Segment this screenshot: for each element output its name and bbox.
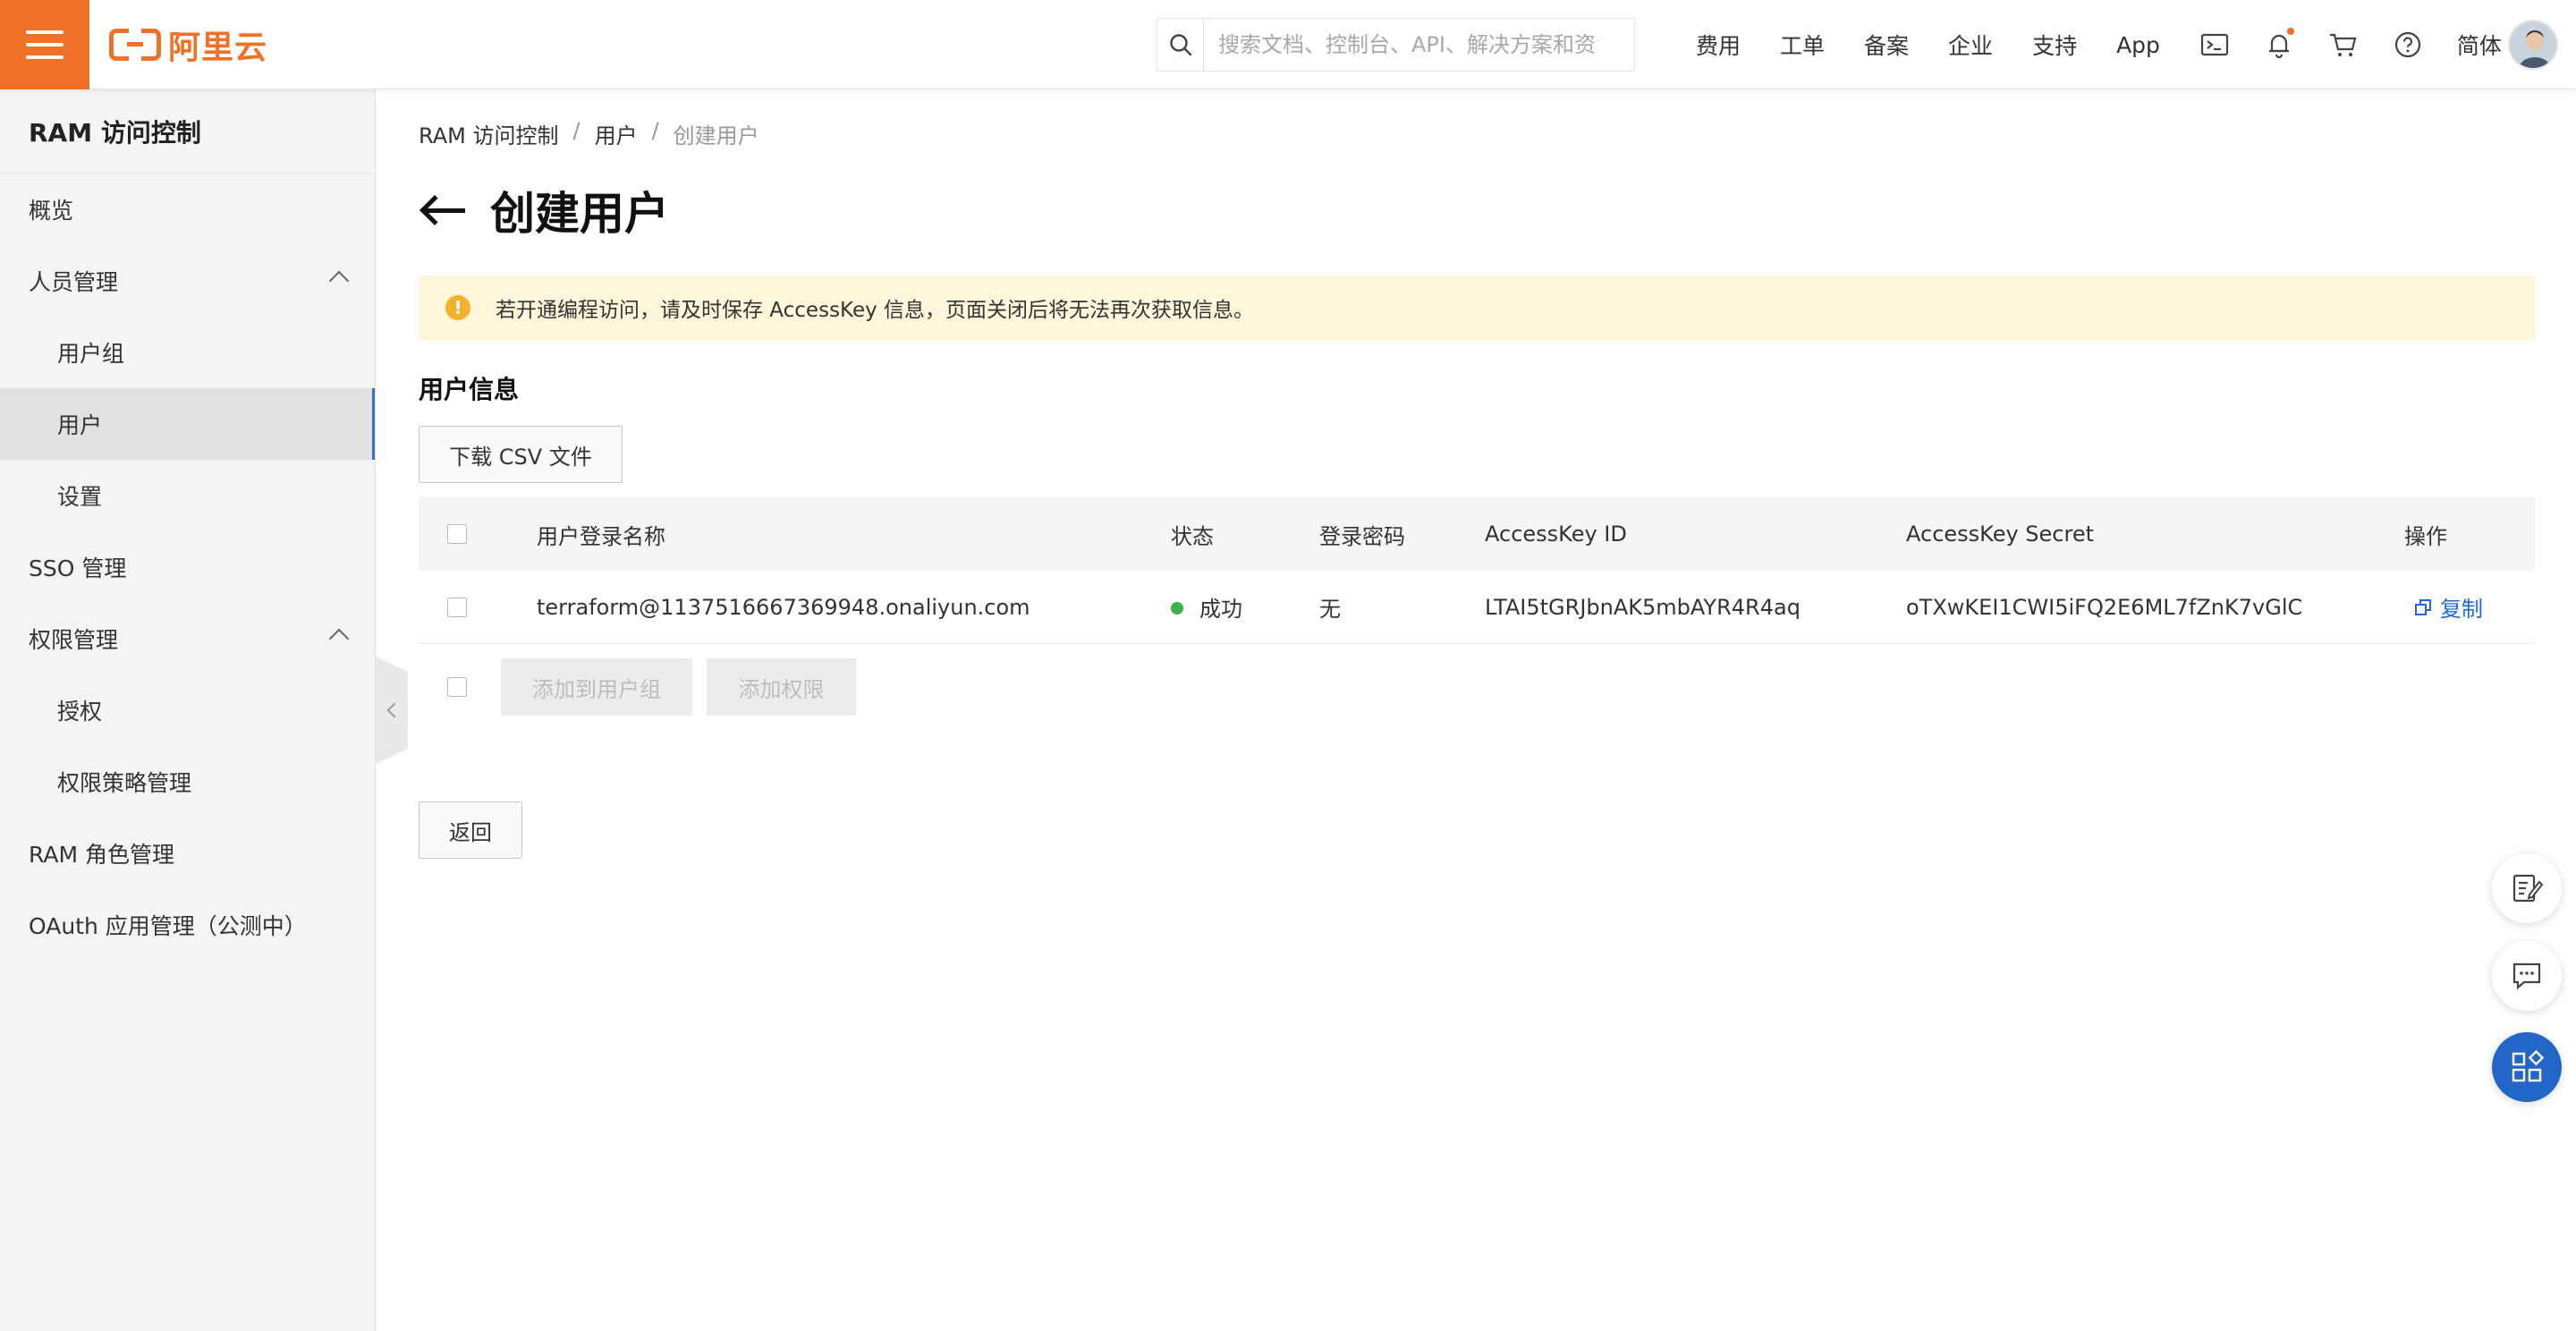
add-to-group-button[interactable]: 添加到用户组 (501, 658, 692, 716)
search-icon[interactable] (1157, 19, 1204, 71)
nav-support[interactable]: 支持 (2032, 29, 2077, 61)
edit-note-icon (2512, 874, 2544, 903)
top-nav: 费用 工单 备案 企业 支持 App 简体 (1696, 0, 2541, 89)
sidebar-item-permissions[interactable]: 权限管理 (0, 603, 375, 674)
sidebar-item-label: 授权 (57, 699, 103, 725)
aliyun-logo-mark (109, 29, 161, 61)
select-all-checkbox[interactable] (447, 524, 467, 544)
bulk-actions: 添加到用户组 添加权限 (419, 644, 2535, 730)
notification-dot (2286, 28, 2294, 35)
sidebar-item-label: SSO 管理 (29, 555, 127, 581)
apps-button[interactable] (2492, 1032, 2562, 1102)
sidebar-item-oauth-apps[interactable]: OAuth 应用管理（公测中） (0, 889, 375, 961)
sidebar-item-grants[interactable]: 授权 (0, 674, 375, 746)
sidebar-item-ram-roles[interactable]: RAM 角色管理 (0, 818, 375, 889)
sidebar-item-label: 概览 (29, 198, 74, 224)
table-header: 用户登录名称 状态 登录密码 AccessKey ID AccessKey Se… (419, 497, 2535, 571)
section-title: 用户信息 (419, 375, 520, 404)
sidebar-item-label: 人员管理 (29, 269, 119, 295)
header-actions: 操作 (2404, 523, 2447, 549)
add-permission-button[interactable]: 添加权限 (707, 658, 856, 716)
row-checkbox[interactable] (447, 597, 467, 617)
nav-enterprise[interactable]: 企业 (1948, 29, 1993, 61)
cell-password: 无 (1319, 597, 1341, 622)
sidebar-item-policies[interactable]: 权限策略管理 (0, 746, 375, 818)
global-search[interactable] (1157, 18, 1635, 72)
language-switch[interactable]: 简体 (2457, 29, 2502, 61)
sidebar-item-user-groups[interactable]: 用户组 (0, 317, 375, 388)
user-table: 用户登录名称 状态 登录密码 AccessKey ID AccessKey Se… (419, 497, 2535, 730)
breadcrumb: RAM 访问控制 / 用户 / 创建用户 (419, 118, 759, 149)
sidebar-item-label: 用户组 (57, 341, 125, 367)
warning-alert: ! 若开通编程访问，请及时保存 AccessKey 信息，页面关闭后将无法再次获… (419, 276, 2535, 340)
user-avatar[interactable] (2508, 20, 2558, 70)
terminal-icon[interactable] (2199, 30, 2230, 60)
header-accesskey-id: AccessKey ID (1485, 521, 1627, 547)
breadcrumb-separator: / (651, 118, 659, 143)
apps-grid-icon (2512, 1049, 2545, 1082)
header-login-name: 用户登录名称 (537, 523, 665, 549)
sidebar-collapse-handle[interactable] (376, 657, 408, 764)
sidebar-item-overview[interactable]: 概览 (0, 174, 375, 245)
breadcrumb-users[interactable]: 用户 (595, 118, 638, 149)
header-status: 状态 (1171, 523, 1214, 549)
cell-status: 成功 (1171, 591, 1242, 623)
chat-button[interactable] (2492, 941, 2562, 1011)
sidebar-item-settings[interactable]: 设置 (0, 460, 375, 531)
logo-text: 阿里云 (168, 30, 268, 66)
breadcrumb-ram[interactable]: RAM 访问控制 (419, 118, 558, 149)
nav-tickets[interactable]: 工单 (1780, 29, 1825, 61)
bulk-select-checkbox[interactable] (447, 677, 467, 697)
menu-icon (26, 30, 64, 59)
breadcrumb-separator: / (572, 118, 580, 143)
top-bar: 阿里云 费用 工单 备案 企业 支持 App 简体 (0, 0, 2576, 89)
nav-billing[interactable]: 费用 (1696, 29, 1741, 61)
help-icon[interactable] (2393, 30, 2423, 60)
sidebar-item-label: OAuth 应用管理（公测中） (29, 913, 307, 939)
breadcrumb-current: 创建用户 (673, 123, 759, 148)
table-row: terraform@1137516667369948.onaliyun.com … (419, 571, 2535, 644)
page-title: 创建用户 (490, 188, 669, 240)
nav-icp-filing[interactable]: 备案 (1864, 29, 1909, 61)
sidebar-item-label: 权限管理 (29, 627, 119, 653)
chevron-left-icon (386, 702, 402, 718)
sidebar-item-users[interactable]: 用户 (0, 388, 375, 460)
back-button[interactable]: 返回 (419, 801, 522, 859)
alert-text: 若开通编程访问，请及时保存 AccessKey 信息，页面关闭后将无法再次获取信… (496, 299, 1255, 322)
aliyun-logo[interactable]: 阿里云 (109, 25, 267, 66)
copy-icon (2415, 598, 2431, 615)
sidebar-item-label: 权限策略管理 (57, 770, 192, 796)
chat-icon (2512, 962, 2541, 990)
header-accesskey-secret: AccessKey Secret (1906, 521, 2095, 547)
sidebar-item-label: 设置 (57, 484, 103, 510)
page-header: 创建用户 (419, 179, 669, 242)
sidebar-item-label: RAM 角色管理 (29, 842, 174, 868)
cell-accesskey-secret: oTXwKEI1CWI5iFQ2E6ML7fZnK7vGlC (1906, 594, 2303, 620)
cart-icon[interactable] (2328, 30, 2359, 60)
copy-link[interactable]: 复制 (2415, 591, 2483, 623)
success-status-dot (1171, 602, 1183, 615)
bell-icon[interactable] (2264, 28, 2294, 60)
back-arrow-icon[interactable] (419, 192, 469, 228)
download-csv-button[interactable]: 下载 CSV 文件 (419, 426, 623, 483)
chevron-up-icon (328, 270, 350, 292)
cell-accesskey-id: LTAI5tGRJbnAK5mbAYR4R4aq (1485, 594, 1801, 620)
search-input[interactable] (1204, 32, 1597, 57)
sidebar-title: RAM 访问控制 (0, 89, 375, 174)
cell-login-name: terraform@1137516667369948.onaliyun.com (537, 594, 1030, 620)
hamburger-menu-button[interactable] (0, 0, 89, 89)
sidebar-item-sso[interactable]: SSO 管理 (0, 531, 375, 603)
header-password: 登录密码 (1319, 523, 1405, 549)
warning-icon: ! (445, 295, 470, 320)
sidebar-item-identities[interactable]: 人员管理 (0, 245, 375, 317)
sidebar-item-label: 用户 (57, 412, 103, 438)
nav-app[interactable]: App (2116, 32, 2160, 58)
chevron-up-icon (328, 628, 350, 649)
feedback-edit-button[interactable] (2492, 853, 2562, 923)
sidebar: RAM 访问控制 概览 人员管理 用户组 用户 设置 SSO 管理 权限管理 授… (0, 89, 376, 1331)
status-text: 成功 (1199, 597, 1242, 622)
copy-label: 复制 (2440, 597, 2483, 622)
